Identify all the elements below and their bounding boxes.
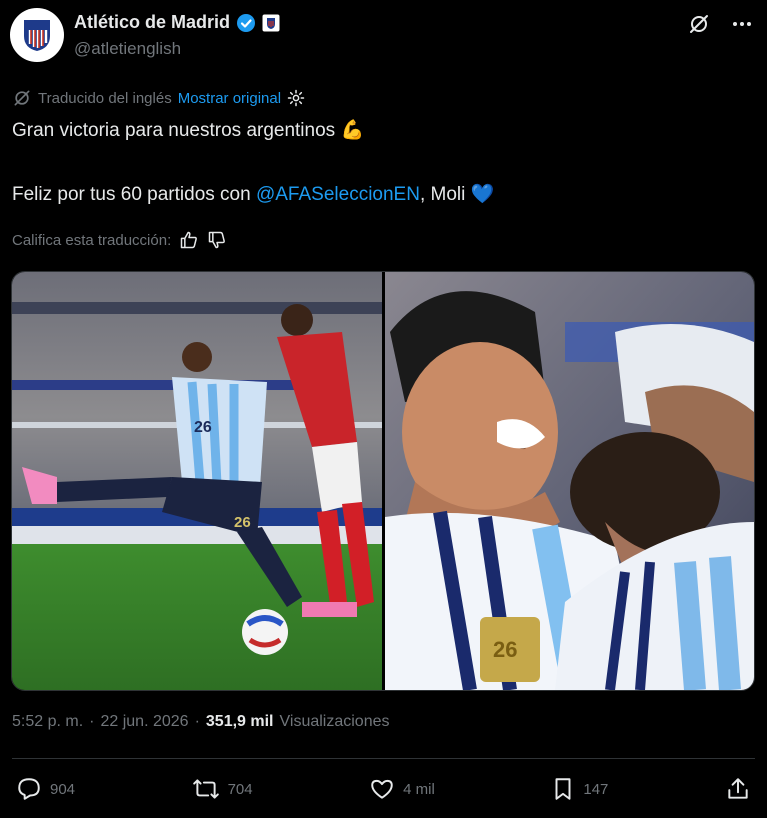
verified-badge-icon xyxy=(237,13,256,32)
svg-text:26: 26 xyxy=(194,419,212,436)
share-button[interactable] xyxy=(725,776,751,802)
action-bar: 904 704 4 mil 147 xyxy=(16,776,751,802)
share-icon xyxy=(728,778,748,799)
thumbs-up-icon[interactable] xyxy=(179,230,199,250)
translation-label: Traducido del inglés xyxy=(38,89,172,107)
repost-icon xyxy=(192,779,219,799)
reply-count: 904 xyxy=(50,780,76,798)
more-options-icon[interactable] xyxy=(731,13,753,35)
blue-heart-emoji: 💙 xyxy=(470,184,495,205)
thumbs-down-icon[interactable] xyxy=(207,230,227,250)
rate-translation-label: Califica esta traducción: xyxy=(12,231,172,249)
account-name-row[interactable]: Atlético de Madrid xyxy=(74,12,280,33)
mention-link[interactable]: @AFASeleccionEN xyxy=(256,184,420,205)
tweet-time[interactable]: 5:52 p. m. xyxy=(12,713,83,731)
divider xyxy=(12,758,755,759)
views-count: 351,9 mil xyxy=(205,713,274,730)
avatar[interactable] xyxy=(10,8,64,62)
bookmark-button[interactable]: 147 xyxy=(551,776,608,802)
heart-icon xyxy=(371,779,393,799)
affiliate-badge-icon[interactable] xyxy=(262,14,280,32)
rate-translation: Califica esta traducción: xyxy=(12,230,227,250)
translate-icon xyxy=(14,90,30,106)
tweet-text: Gran victoria para nuestros argentinos 💪… xyxy=(12,118,752,208)
tweet-date[interactable]: 22 jun. 2026 xyxy=(100,713,188,731)
photo-player-celebrating[interactable]: 26 xyxy=(384,272,755,690)
translation-notice: Traducido del inglés Mostrar original xyxy=(12,88,305,108)
account-handle[interactable]: @atletienglish xyxy=(74,39,181,59)
tweet-meta: 5:52 p. m. · 22 jun. 2026 · 351,9 mil Vi… xyxy=(12,713,390,731)
views-label: Visualizaciones xyxy=(279,713,390,730)
meta-separator: · xyxy=(89,713,95,730)
top-actions xyxy=(687,12,753,36)
reply-icon xyxy=(18,778,40,800)
tweet-line-1: Gran victoria para nuestros argentinos 💪 xyxy=(12,118,752,144)
like-button[interactable]: 4 mil xyxy=(369,776,435,802)
flexed-biceps-emoji: 💪 xyxy=(340,120,365,141)
tweet-line-2-suffix: , Moli xyxy=(419,184,466,205)
svg-text:26: 26 xyxy=(234,514,251,531)
like-count: 4 mil xyxy=(403,780,435,798)
repost-count: 704 xyxy=(227,780,253,798)
svg-text:26: 26 xyxy=(493,637,517,662)
tweet-line-2: Feliz por tus 60 partidos con @AFASelecc… xyxy=(12,182,752,208)
bookmark-icon xyxy=(555,778,571,800)
atletico-crest-icon xyxy=(24,20,50,51)
photo-player-shooting[interactable]: 26 26 xyxy=(12,272,382,690)
reply-button[interactable]: 904 xyxy=(16,776,75,802)
bookmark-count: 147 xyxy=(583,780,609,798)
meta-separator-2: · xyxy=(194,713,200,730)
tweet-line-1-text: Gran victoria para nuestros argentinos xyxy=(12,120,336,141)
show-original-link[interactable]: Mostrar original xyxy=(178,90,281,107)
repost-button[interactable]: 704 xyxy=(192,776,253,802)
tweet-media: 26 26 26 xyxy=(11,271,755,691)
grok-icon[interactable] xyxy=(687,12,711,36)
account-name[interactable]: Atlético de Madrid xyxy=(74,12,230,33)
tweet-line-2-prefix: Feliz por tus 60 partidos con xyxy=(12,184,256,205)
translation-settings-gear-icon[interactable] xyxy=(287,89,305,107)
